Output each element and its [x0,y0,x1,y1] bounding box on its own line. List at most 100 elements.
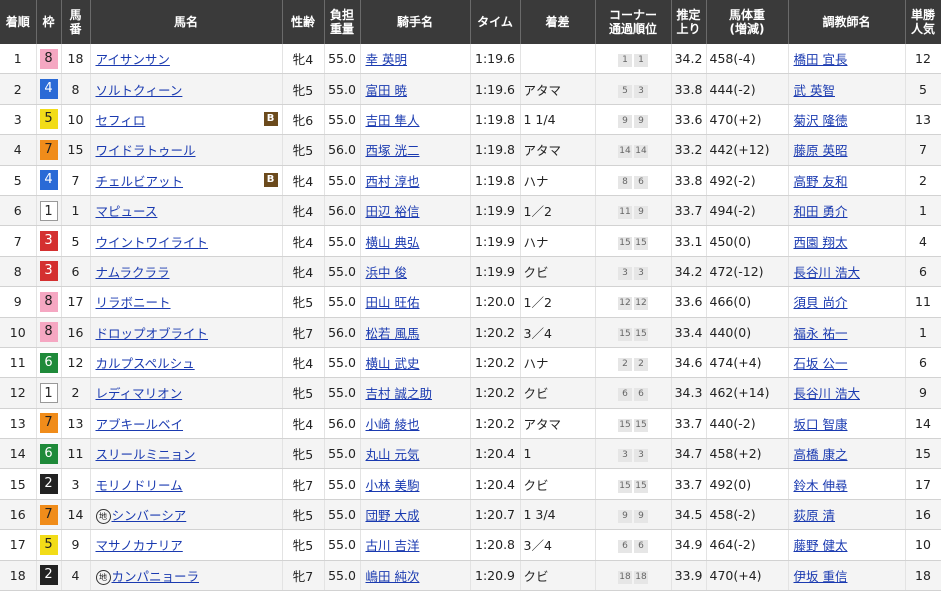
horse-name-link[interactable]: ソルトクィーン [96,83,183,98]
corner-position-2: 15 [634,418,648,432]
horse-name-link[interactable]: ウイントワイライト [96,235,209,250]
jockey-link[interactable]: 吉田 隼人 [366,113,420,128]
trainer-link[interactable]: 坂口 智康 [794,417,848,432]
jockey-link[interactable]: 田山 旺佑 [366,295,420,310]
jockey-link[interactable]: 西村 淳也 [366,174,420,189]
table-row: 18 2 4 地カンパニョーラ 牝7 55.0 嶋田 純次 1:20.9 クビ 18 18 33.9 4… [0,560,941,592]
jockey-link[interactable]: 西塚 洸二 [366,143,420,158]
table-row: 16 7 14 地シンバーシア 牝5 55.0 団野 大成 1:20.7 1 3/4 9 9 34.5… [0,499,941,531]
body-weight-cell: 494(-2) [706,195,789,227]
horse-name-link[interactable]: チェルビアット [96,174,184,189]
jockey-cell: 丸山 元気 [360,438,471,470]
waku-badge: 3 [39,261,58,282]
table-row: 11 6 12 カルプスペルシュ 牝4 55.0 横山 武史 1:20.2 ハナ 2 2 34.6 47… [0,347,941,379]
horse-name-link[interactable]: ワイドラトゥール [96,143,196,158]
jockey-link[interactable]: 田辺 裕信 [366,204,420,219]
trainer-link[interactable]: 長谷川 浩大 [794,265,860,280]
jockey-link[interactable]: 浜中 俊 [366,265,407,280]
horse-name-link[interactable]: ドロップオブライト [96,326,209,341]
margin-cell: 1 1/4 [520,104,596,136]
popularity-cell: 18 [905,560,941,592]
horse-name-link[interactable]: シンバーシア [112,508,187,523]
corner-cell: 14 14 [595,134,672,166]
horse-name-cell: モリノドリーム [90,468,283,500]
body-weight-cell: 450(0) [706,225,789,257]
jockey-link[interactable]: 幸 英明 [366,52,407,67]
jockey-link[interactable]: 松若 風馬 [366,326,420,341]
trainer-link[interactable]: 菊沢 隆徳 [794,113,848,128]
trainer-cell: 須貝 尚介 [788,286,906,318]
horse-number-cell: 15 [61,134,91,166]
trainer-link[interactable]: 石坂 公一 [794,356,848,371]
horse-name-cell: ワイドラトゥール [90,134,283,166]
trainer-link[interactable]: 鈴木 伸尋 [794,478,848,493]
horse-name-link[interactable]: リラボニート [96,295,171,310]
rank-cell: 12 [0,377,37,409]
corner-cell: 22 [595,347,672,379]
corner-position-2: 15 [634,327,648,341]
horse-name-link[interactable]: カルプスペルシュ [96,356,195,371]
horse-name-link[interactable]: モリノドリーム [96,478,183,493]
horse-name-link[interactable]: レディマリオン [96,386,183,401]
margin-cell: アタマ [520,408,596,440]
trainer-link[interactable]: 長谷川 浩大 [794,386,860,401]
popularity-cell: 11 [905,286,941,318]
horse-name-link[interactable]: スリールミニョン [96,447,196,462]
popularity-cell: 4 [905,225,941,257]
sex-age-cell: 牝4 [282,195,325,227]
waku-badge: 6 [39,352,58,373]
jockey-link[interactable]: 小林 美駒 [366,478,420,493]
jockey-link[interactable]: 吉村 誠之助 [366,386,432,401]
horse-name-link[interactable]: カンパニョーラ [112,569,200,584]
waku-badge: 3 [39,231,58,252]
last-3f-cell: 34.3 [671,377,707,409]
corner-position-1: 5 [618,84,632,98]
time-cell: 1:20.2 [470,317,521,348]
horse-name-link[interactable]: ナムラクララ [96,265,170,280]
weight-carried-cell: 55.0 [324,560,361,592]
horse-number-cell: 2 [61,377,91,409]
jockey-link[interactable]: 横山 典弘 [366,235,420,250]
horse-name-link[interactable]: アブキールベイ [96,417,184,432]
trainer-link[interactable]: 藤野 健太 [794,538,848,553]
waku-badge: 8 [39,322,58,343]
jockey-link[interactable]: 古川 吉洋 [366,538,420,553]
trainer-link[interactable]: 荻原 清 [794,508,835,523]
last-3f-cell: 33.6 [671,286,707,318]
jockey-link[interactable]: 団野 大成 [366,508,420,523]
trainer-cell: 坂口 智康 [788,408,906,440]
trainer-link[interactable]: 西園 翔太 [794,235,848,250]
time-cell: 1:19.9 [470,195,521,227]
horse-name-link[interactable]: セフィロ [96,113,146,128]
jockey-link[interactable]: 小崎 綾也 [366,417,420,432]
horse-name-link[interactable]: マサノカナリア [96,538,183,553]
horse-name-link[interactable]: アイサンサン [96,52,170,67]
trainer-link[interactable]: 高野 友和 [794,174,848,189]
popularity-cell: 15 [905,438,941,470]
jockey-link[interactable]: 富田 暁 [366,83,407,98]
trainer-link[interactable]: 須貝 尚介 [794,295,848,310]
jockey-link[interactable]: 横山 武史 [366,356,420,371]
header-rank: 着順 [0,0,37,44]
jockey-link[interactable]: 嶋田 純次 [366,569,420,584]
last-3f-cell: 33.7 [671,195,707,227]
horse-number-cell: 11 [61,438,91,470]
trainer-link[interactable]: 橋田 宜長 [794,52,848,67]
waku-cell: 7 [36,408,62,440]
waku-badge: 7 [39,504,58,525]
horse-number-cell: 18 [61,44,91,75]
trainer-link[interactable]: 高橋 康之 [794,447,848,462]
trainer-link[interactable]: 福永 祐一 [794,326,848,341]
trainer-cell: 福永 祐一 [788,317,906,348]
horse-number-cell: 4 [61,560,91,592]
trainer-link[interactable]: 藤原 英昭 [794,143,848,158]
table-row: 13 7 13 アブキールベイ 牝4 56.0 小崎 綾也 1:20.2 アタマ 15 15 33.7… [0,408,941,440]
trainer-link[interactable]: 和田 勇介 [794,204,848,219]
last-3f-cell: 33.7 [671,408,707,440]
jockey-link[interactable]: 丸山 元気 [366,447,420,462]
horse-name-link[interactable]: マピュース [96,204,158,219]
trainer-link[interactable]: 伊坂 重信 [794,569,848,584]
trainer-link[interactable]: 武 英智 [794,83,835,98]
time-cell: 1:20.4 [470,438,521,470]
horse-name-cell: スリールミニョン [90,438,283,470]
